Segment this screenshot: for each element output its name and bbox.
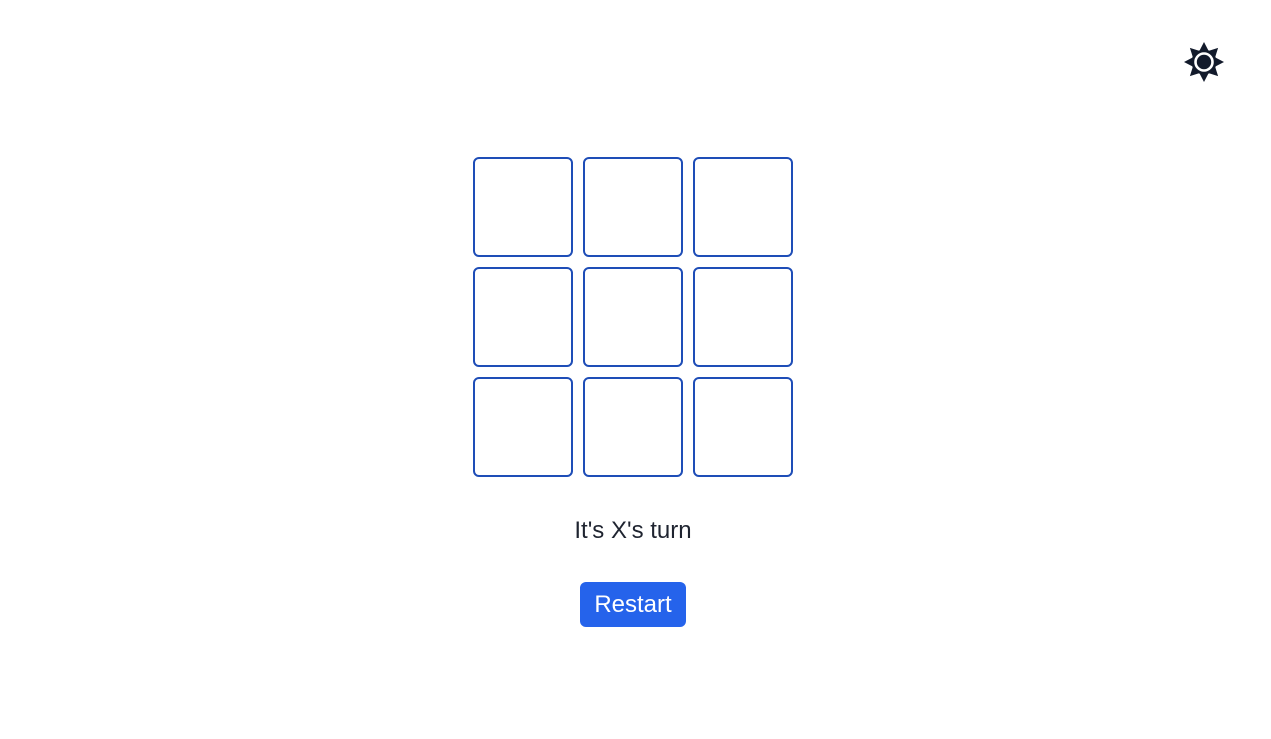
sun-icon (1183, 41, 1225, 83)
board-cell-2[interactable] (583, 157, 683, 257)
board-cell-7[interactable] (473, 377, 573, 477)
board-cell-6[interactable] (693, 267, 793, 367)
game-page: It's X's turn Restart (0, 0, 1271, 739)
board-cell-4[interactable] (473, 267, 573, 367)
board-cell-5[interactable] (583, 267, 683, 367)
board-cell-9[interactable] (693, 377, 793, 477)
theme-toggle-button[interactable] (1183, 41, 1225, 83)
restart-button[interactable]: Restart (580, 582, 686, 627)
board-cell-1[interactable] (473, 157, 573, 257)
game-board (473, 157, 793, 477)
board-cell-8[interactable] (583, 377, 683, 477)
board-cell-3[interactable] (693, 157, 793, 257)
turn-status: It's X's turn (574, 517, 692, 544)
